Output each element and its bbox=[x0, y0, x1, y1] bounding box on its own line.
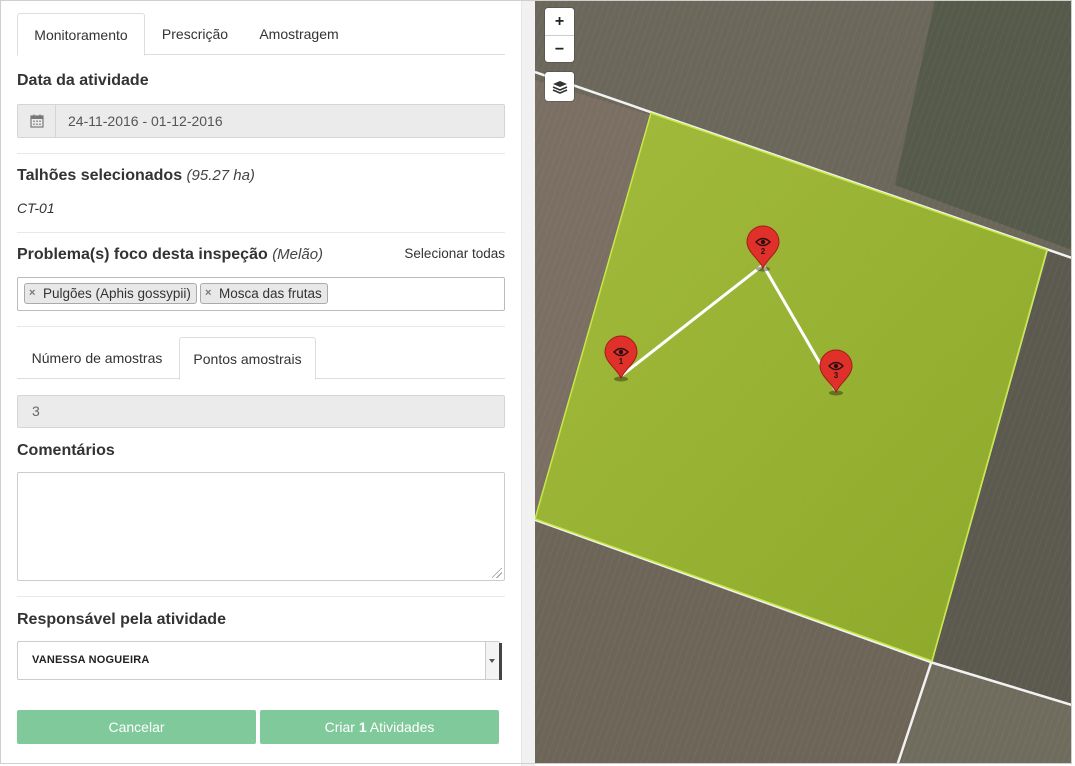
resize-handle[interactable] bbox=[492, 568, 502, 578]
select-edge bbox=[499, 643, 502, 680]
responsible-select[interactable]: VANESSA NOGUEIRA bbox=[17, 641, 500, 680]
selected-plots-label: Talhões selecionados (95.27 ha) bbox=[17, 167, 255, 185]
responsible-label: Responsável pela atividade bbox=[17, 611, 226, 628]
sampling-tabs: Número de amostras Pontos amostrais bbox=[17, 337, 505, 380]
select-all-link[interactable]: Selecionar todas bbox=[404, 246, 505, 261]
zoom-control: + − bbox=[545, 8, 574, 62]
divider bbox=[17, 153, 505, 154]
marker-label: 2 bbox=[761, 247, 766, 256]
panel-scrollbar[interactable] bbox=[521, 0, 535, 766]
comments-textarea[interactable] bbox=[17, 472, 505, 581]
tab-monitoramento[interactable]: Monitoramento bbox=[17, 13, 145, 56]
divider bbox=[17, 326, 505, 327]
zoom-out-button[interactable]: − bbox=[545, 35, 574, 62]
chevron-down-icon[interactable] bbox=[485, 642, 499, 679]
selected-plots-area: (95.27 ha) bbox=[186, 167, 255, 184]
divider bbox=[17, 596, 505, 597]
satellite-map[interactable]: 1 2 3 bbox=[535, 0, 1072, 764]
activity-form-panel: Monitoramento Prescrição Amostragem Data… bbox=[0, 0, 521, 766]
problem-tag: × Pulgões (Aphis gossypii) bbox=[24, 283, 197, 304]
selected-plots-title: Talhões selecionados bbox=[17, 167, 183, 184]
marker-label: 3 bbox=[834, 371, 839, 380]
tab-numero-amostras[interactable]: Número de amostras bbox=[17, 337, 177, 379]
problems-crop: (Melão) bbox=[272, 246, 324, 263]
sample-count-field[interactable]: 3 bbox=[17, 395, 505, 428]
problems-label: Problema(s) foco desta inspeção (Melão) bbox=[17, 246, 323, 264]
activity-date-field[interactable]: 24-11-2016 - 01-12-2016 bbox=[17, 104, 505, 138]
activity-date-label: Data da atividade bbox=[17, 72, 149, 89]
tab-pontos-amostrais[interactable]: Pontos amostrais bbox=[179, 337, 316, 380]
create-activities-button[interactable]: Criar 1 Atividades bbox=[260, 710, 499, 744]
activity-date-value: 24-11-2016 - 01-12-2016 bbox=[68, 113, 223, 129]
marker-label: 1 bbox=[619, 357, 624, 366]
zoom-in-button[interactable]: + bbox=[545, 8, 574, 35]
problems-tag-input[interactable]: × Pulgões (Aphis gossypii) × Mosca das f… bbox=[17, 277, 505, 311]
create-prefix: Criar bbox=[324, 719, 359, 735]
problem-tag-label: Pulgões (Aphis gossypii) bbox=[43, 286, 191, 301]
calendar-icon[interactable] bbox=[18, 105, 56, 137]
problems-title: Problema(s) foco desta inspeção bbox=[17, 246, 268, 263]
cancel-button[interactable]: Cancelar bbox=[17, 710, 256, 744]
activity-type-tabs: Monitoramento Prescrição Amostragem bbox=[17, 13, 505, 56]
problem-tag-label: Mosca das frutas bbox=[219, 286, 322, 301]
divider bbox=[17, 232, 505, 233]
tab-amostragem[interactable]: Amostragem bbox=[249, 13, 349, 55]
layers-icon[interactable] bbox=[545, 72, 574, 101]
map-canvas[interactable]: 1 2 3 bbox=[535, 0, 1072, 764]
selected-plot-name: CT-01 bbox=[17, 200, 55, 216]
remove-tag-icon[interactable]: × bbox=[29, 284, 35, 303]
tab-prescricao[interactable]: Prescrição bbox=[151, 13, 239, 55]
comments-label: Comentários bbox=[17, 442, 115, 459]
problem-tag: × Mosca das frutas bbox=[200, 283, 328, 304]
responsible-value: VANESSA NOGUEIRA bbox=[32, 654, 150, 666]
create-suffix: Atividades bbox=[366, 719, 435, 735]
remove-tag-icon[interactable]: × bbox=[205, 284, 211, 303]
create-count: 1 bbox=[358, 719, 367, 735]
